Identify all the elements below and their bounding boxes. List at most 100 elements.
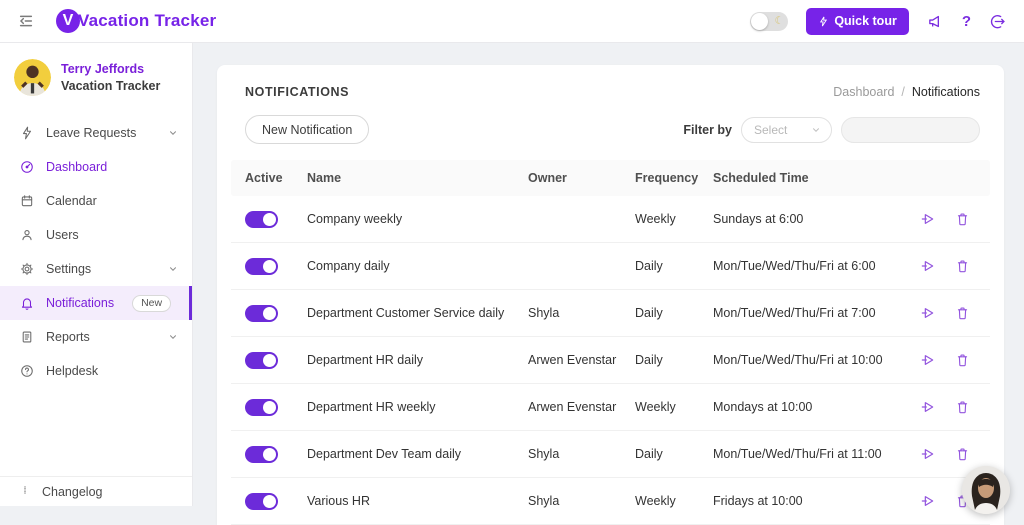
sidebar-item-notifications[interactable]: Notifications New bbox=[0, 286, 192, 320]
actions-cell bbox=[906, 446, 992, 462]
breadcrumb: Dashboard / Notifications bbox=[833, 85, 980, 99]
breadcrumb-dashboard[interactable]: Dashboard bbox=[833, 85, 894, 99]
name-cell: Department Customer Service daily bbox=[293, 306, 514, 320]
toggle-knob bbox=[263, 307, 276, 320]
sidebar-item-leave-requests[interactable]: Leave Requests bbox=[0, 116, 192, 150]
sidebar: Terry Jeffords Vacation Tracker Leave Re… bbox=[0, 43, 193, 506]
delete-icon[interactable] bbox=[955, 259, 970, 274]
send-test-icon[interactable] bbox=[920, 493, 936, 509]
sidebar-item-label: Users bbox=[46, 228, 79, 242]
delete-icon[interactable] bbox=[955, 447, 970, 462]
send-test-icon[interactable] bbox=[920, 399, 936, 415]
sidebar-item-dashboard[interactable]: Dashboard bbox=[0, 150, 192, 184]
sidebar-item-reports[interactable]: Reports bbox=[0, 320, 192, 354]
notifications-table: Active Name Owner Frequency Scheduled Ti… bbox=[231, 160, 990, 525]
new-badge: New bbox=[132, 295, 171, 312]
delete-icon[interactable] bbox=[955, 212, 970, 227]
actions-cell bbox=[906, 258, 992, 274]
send-test-icon[interactable] bbox=[920, 446, 936, 462]
sidebar-nav: Leave Requests Dashboard Calendar Users … bbox=[0, 116, 192, 388]
owner-cell: Arwen Evenstar bbox=[514, 353, 621, 367]
lightning-icon bbox=[20, 126, 34, 140]
active-cell bbox=[231, 352, 293, 369]
sidebar-item-label: Leave Requests bbox=[46, 126, 136, 140]
bell-icon bbox=[20, 296, 34, 310]
active-cell bbox=[231, 211, 293, 228]
changelog-link[interactable]: Changelog bbox=[0, 476, 192, 506]
table-header-row: Active Name Owner Frequency Scheduled Ti… bbox=[231, 160, 990, 196]
dashboard-icon bbox=[20, 160, 34, 174]
owner-cell: Shyla bbox=[514, 447, 621, 461]
breadcrumb-separator: / bbox=[901, 85, 904, 99]
lightning-icon bbox=[818, 15, 829, 28]
help-icon[interactable]: ? bbox=[962, 13, 971, 30]
actions-cell bbox=[906, 399, 992, 415]
app-logo[interactable]: V Vacation Tracker bbox=[56, 9, 216, 33]
sidebar-item-settings[interactable]: Settings bbox=[0, 252, 192, 286]
logout-icon[interactable] bbox=[989, 13, 1006, 30]
delete-icon[interactable] bbox=[955, 306, 970, 321]
changelog-icon bbox=[20, 484, 30, 499]
send-test-icon[interactable] bbox=[920, 211, 936, 227]
page-title: NOTIFICATIONS bbox=[245, 85, 349, 99]
scheduled-time-cell: Mondays at 10:00 bbox=[699, 400, 906, 414]
delete-icon[interactable] bbox=[955, 400, 970, 415]
sidebar-item-label: Settings bbox=[46, 262, 91, 276]
top-bar: V Vacation Tracker ☾ Quick tour ? bbox=[0, 0, 1024, 43]
sidebar-item-label: Helpdesk bbox=[46, 364, 98, 378]
filter-by-label: Filter by bbox=[683, 123, 732, 137]
column-header-scheduled-time: Scheduled Time bbox=[699, 171, 906, 185]
active-toggle[interactable] bbox=[245, 493, 278, 510]
name-cell: Company weekly bbox=[293, 212, 514, 226]
chevron-down-icon bbox=[168, 332, 178, 342]
announcements-icon[interactable] bbox=[927, 13, 944, 30]
column-header-active: Active bbox=[231, 171, 293, 185]
name-cell: Department HR daily bbox=[293, 353, 514, 367]
active-toggle[interactable] bbox=[245, 305, 278, 322]
active-toggle[interactable] bbox=[245, 399, 278, 416]
sidebar-item-calendar[interactable]: Calendar bbox=[0, 184, 192, 218]
actions-cell bbox=[906, 352, 992, 368]
sidebar-item-label: Dashboard bbox=[46, 160, 107, 174]
active-toggle[interactable] bbox=[245, 211, 278, 228]
send-test-icon[interactable] bbox=[920, 352, 936, 368]
user-profile[interactable]: Terry Jeffords Vacation Tracker bbox=[0, 43, 192, 110]
table-row: Department Customer Service daily Shyla … bbox=[231, 290, 990, 337]
scheduled-time-cell: Mon/Tue/Wed/Thu/Fri at 11:00 bbox=[699, 447, 906, 461]
send-test-icon[interactable] bbox=[920, 258, 936, 274]
name-cell: Company daily bbox=[293, 259, 514, 273]
name-cell: Department Dev Team daily bbox=[293, 447, 514, 461]
active-toggle[interactable] bbox=[245, 446, 278, 463]
actions-cell bbox=[906, 305, 992, 321]
scheduled-time-cell: Mon/Tue/Wed/Thu/Fri at 10:00 bbox=[699, 353, 906, 367]
column-header-name: Name bbox=[293, 171, 514, 185]
frequency-cell: Daily bbox=[621, 259, 699, 273]
sidebar-item-label: Notifications bbox=[46, 296, 114, 310]
active-cell bbox=[231, 399, 293, 416]
active-toggle[interactable] bbox=[245, 352, 278, 369]
user-avatar bbox=[14, 59, 51, 96]
quick-tour-button[interactable]: Quick tour bbox=[806, 8, 909, 35]
support-chat-avatar[interactable] bbox=[962, 466, 1010, 514]
send-test-icon[interactable] bbox=[920, 305, 936, 321]
chevron-down-icon bbox=[168, 264, 178, 274]
sidebar-item-users[interactable]: Users bbox=[0, 218, 192, 252]
filter-type-select[interactable]: Select bbox=[741, 117, 832, 143]
owner-cell: Arwen Evenstar bbox=[514, 400, 621, 414]
column-header-owner: Owner bbox=[514, 171, 621, 185]
active-cell bbox=[231, 258, 293, 275]
menu-fold-icon[interactable] bbox=[18, 13, 34, 29]
active-toggle[interactable] bbox=[245, 258, 278, 275]
toggle-knob bbox=[263, 354, 276, 367]
breadcrumb-current: Notifications bbox=[912, 85, 980, 99]
chevron-down-icon bbox=[168, 128, 178, 138]
scheduled-time-cell: Mon/Tue/Wed/Thu/Fri at 6:00 bbox=[699, 259, 906, 273]
scheduled-time-cell: Mon/Tue/Wed/Thu/Fri at 7:00 bbox=[699, 306, 906, 320]
sidebar-item-helpdesk[interactable]: Helpdesk bbox=[0, 354, 192, 388]
new-notification-button[interactable]: New Notification bbox=[245, 115, 369, 144]
active-cell bbox=[231, 446, 293, 463]
filter-value-input[interactable] bbox=[841, 117, 980, 143]
toggle-knob bbox=[263, 213, 276, 226]
dark-mode-toggle[interactable]: ☾ bbox=[750, 12, 788, 31]
delete-icon[interactable] bbox=[955, 353, 970, 368]
